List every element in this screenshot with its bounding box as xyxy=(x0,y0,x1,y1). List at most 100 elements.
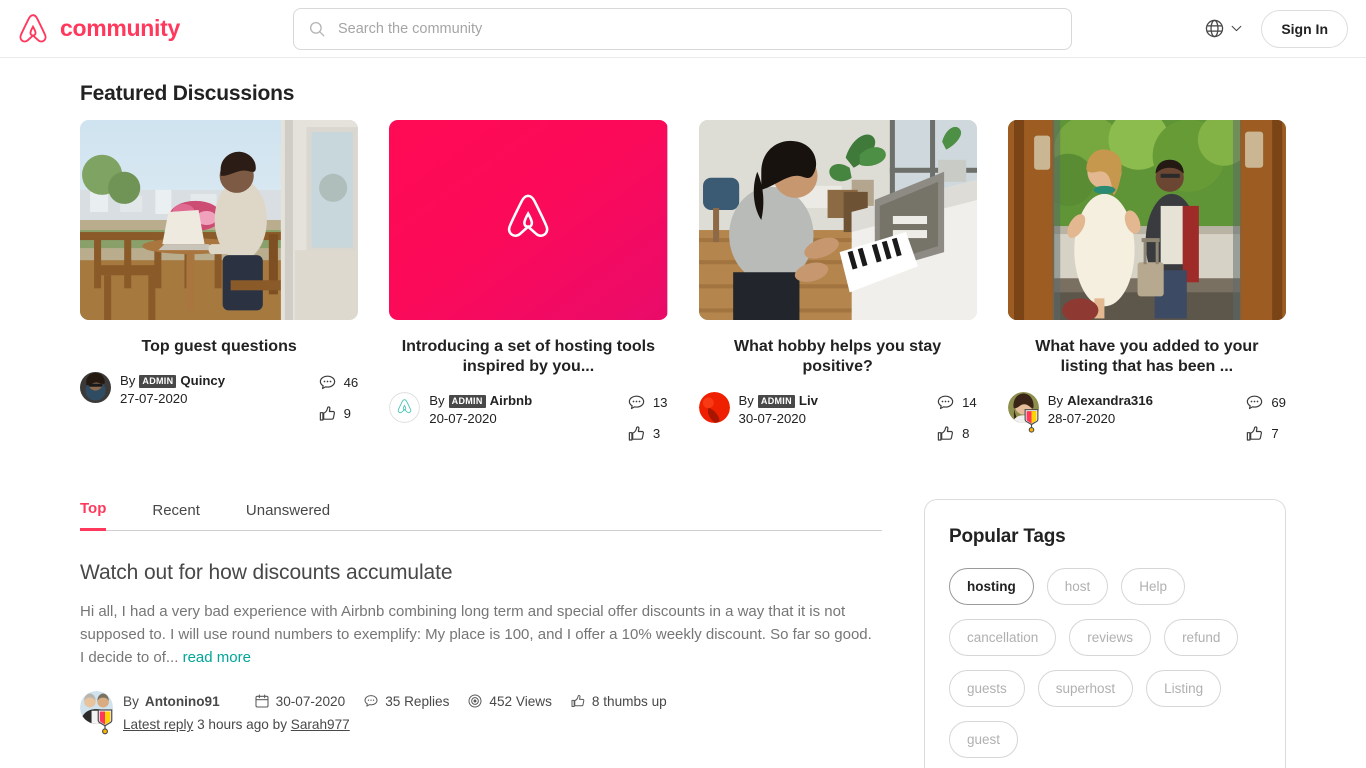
likes-stat: 3 xyxy=(627,424,660,443)
globe-icon xyxy=(1206,19,1224,38)
likes-count: 8 xyxy=(962,426,970,441)
likes-count: 9 xyxy=(343,406,351,421)
search-input[interactable] xyxy=(338,21,1057,37)
tag-superhost[interactable]: superhost xyxy=(1037,670,1134,707)
card-meta: By ADMIN Quincy 27-07-2020 46 9 xyxy=(80,372,358,423)
card-stats: 46 9 xyxy=(318,372,359,423)
thumbs-up-icon xyxy=(319,406,335,421)
avatar[interactable] xyxy=(80,372,111,403)
tag-reviews[interactable]: reviews xyxy=(1069,619,1152,656)
likes-stat: 9 xyxy=(318,404,351,423)
card-title[interactable]: What have you added to your listing that… xyxy=(1008,337,1286,377)
likes-stat: 8 xyxy=(936,424,969,443)
latest-reply-link[interactable]: Latest reply xyxy=(123,717,193,732)
post-title[interactable]: Watch out for how discounts accumulate xyxy=(80,561,882,585)
tag-guest[interactable]: guest xyxy=(949,721,1019,758)
tag-host[interactable]: host xyxy=(1046,568,1109,605)
post-views-count: 452 Views xyxy=(489,693,552,709)
sign-in-button[interactable]: Sign In xyxy=(1261,9,1348,48)
replies-count: 14 xyxy=(962,395,977,410)
card-title[interactable]: What hobby helps you stay positive? xyxy=(699,337,977,377)
post-thumbs-item: 8 thumbs up xyxy=(570,693,667,709)
post-date: 30-07-2020 xyxy=(738,410,806,426)
brand-name: community xyxy=(60,15,180,41)
card-title[interactable]: Top guest questions xyxy=(80,337,358,357)
author-info: By ADMIN Airbnb 20-07-2020 xyxy=(429,392,532,428)
card-image-balcony[interactable] xyxy=(80,120,359,320)
read-more-link[interactable]: read more xyxy=(183,649,251,666)
author-name[interactable]: Quincy xyxy=(180,373,225,390)
tag-guests[interactable]: guests xyxy=(949,670,1025,707)
author-name[interactable]: Airbnb xyxy=(490,393,533,410)
card-image-airbnb-brand[interactable] xyxy=(389,120,668,320)
avatar-image xyxy=(80,372,111,403)
comment-icon xyxy=(628,395,645,410)
eye-icon xyxy=(468,694,482,708)
avatar[interactable] xyxy=(80,691,113,735)
post-author[interactable]: Antonino91 xyxy=(145,694,220,709)
card-image-doorway[interactable] xyxy=(1007,120,1286,320)
popular-tags-list: hosting host Help cancellation reviews r… xyxy=(949,568,1261,758)
calendar-icon xyxy=(255,694,269,708)
tag-cancellation[interactable]: cancellation xyxy=(949,619,1057,656)
page-content: Featured Discussions Top guest questions… xyxy=(0,82,1366,768)
avatar-image xyxy=(389,392,421,423)
likes-count: 7 xyxy=(1271,426,1279,441)
tag-hosting[interactable]: hosting xyxy=(949,568,1034,605)
search-container xyxy=(293,8,1072,50)
popular-tags-title: Popular Tags xyxy=(949,526,1066,547)
tag-help[interactable]: Help xyxy=(1121,568,1186,605)
tag-listing[interactable]: Listing xyxy=(1146,670,1222,707)
language-selector[interactable] xyxy=(1204,18,1243,39)
admin-badge: ADMIN xyxy=(448,394,486,409)
avatar[interactable] xyxy=(1007,392,1039,433)
replies-stat: 14 xyxy=(936,393,977,412)
author-info: By ADMIN Quincy 27-07-2020 xyxy=(120,372,225,408)
tab-top[interactable]: Top xyxy=(80,500,107,531)
post-meta: By Antonino91 30-07-2020 35 Replies 452 … xyxy=(80,691,882,735)
author-name[interactable]: Liv xyxy=(799,393,818,410)
featured-card[interactable]: What hobby helps you stay positive? By A… xyxy=(698,120,977,443)
replies-count: 46 xyxy=(343,375,359,390)
by-label: By xyxy=(738,393,754,408)
card-title[interactable]: Introducing a set of hosting tools inspi… xyxy=(389,337,667,377)
admin-badge: ADMIN xyxy=(757,394,795,409)
comment-icon xyxy=(364,695,378,707)
brand-home-link[interactable]: community xyxy=(18,13,180,45)
chevron-down-icon xyxy=(1231,25,1242,32)
thumbs-up-icon xyxy=(571,695,585,708)
popular-tags-panel: Popular Tags hosting host Help cancellat… xyxy=(924,499,1286,768)
replies-count: 13 xyxy=(652,395,668,410)
author-name[interactable]: Alexandra316 xyxy=(1067,393,1153,410)
airbnb-logo-icon xyxy=(19,13,47,42)
avatar[interactable] xyxy=(389,392,421,423)
featured-card[interactable]: Introducing a set of hosting tools inspi… xyxy=(389,120,668,443)
by-label: By xyxy=(429,393,445,408)
thumbs-up-icon xyxy=(1247,426,1263,441)
featured-card[interactable]: Top guest questions By ADMIN Quincy 27-0… xyxy=(80,120,359,443)
medal-badge-icon xyxy=(1024,409,1039,433)
post-date: 30-07-2020 xyxy=(275,693,346,709)
tab-recent[interactable]: Recent xyxy=(152,500,200,531)
tag-refund[interactable]: refund xyxy=(1164,619,1239,656)
post-date-item: 30-07-2020 xyxy=(254,693,346,709)
comment-icon xyxy=(937,395,954,410)
avatar[interactable] xyxy=(698,392,730,423)
lower-section: Top Recent Unanswered Watch out for how … xyxy=(80,499,1286,768)
latest-reply-author[interactable]: Sarah977 xyxy=(291,717,350,732)
post-views-item: 452 Views xyxy=(467,693,552,709)
featured-card[interactable]: What have you added to your listing that… xyxy=(1007,120,1286,443)
card-meta: By ADMIN Liv 30-07-2020 14 8 xyxy=(698,392,977,443)
card-stats: 14 8 xyxy=(936,392,977,443)
thumbs-up-icon xyxy=(937,426,954,441)
discussions-column: Top Recent Unanswered Watch out for how … xyxy=(80,499,882,768)
tab-unanswered[interactable]: Unanswered xyxy=(246,500,330,531)
piano-photo xyxy=(698,120,977,320)
post-date: 27-07-2020 xyxy=(120,390,188,406)
post-meta-details: By Antonino91 30-07-2020 35 Replies 452 … xyxy=(123,691,667,733)
replies-stat: 69 xyxy=(1245,393,1286,412)
search-box[interactable] xyxy=(293,8,1072,50)
card-image-piano[interactable] xyxy=(698,120,977,320)
author-info: By Alexandra316 28-07-2020 xyxy=(1048,392,1153,428)
post-excerpt: Hi all, I had a very bad experience with… xyxy=(80,601,880,669)
